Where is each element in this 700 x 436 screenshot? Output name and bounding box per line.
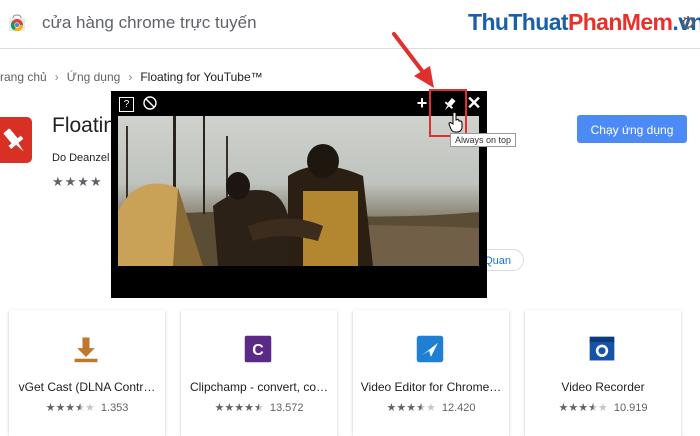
card-rating: ★★★★★ 13.572 [181,401,337,414]
download-icon [69,332,103,366]
rating-count: 10.919 [613,402,648,414]
related-card[interactable]: vGet Cast (DLNA Contr… ★★★★★ 1.353 [9,310,165,436]
watermark-logo: ThuThuatPhanMem.vn [468,9,700,36]
breadcrumb-home[interactable]: rang chủ [0,70,47,84]
video-frame[interactable] [118,116,479,266]
breadcrumb: rang chủ › Ứng dụng › Floating for YouTube™ [0,70,263,84]
watermark-part3: PhanMem [567,9,673,35]
related-card[interactable]: Video Recorder ★★★★★ 10.919 [525,310,681,436]
breadcrumb-separator-icon: › [54,70,59,84]
app-rating-stars: ★★★★ [52,174,103,189]
always-on-top-tooltip: Always on top [450,133,517,147]
help-icon[interactable]: ? [119,97,134,112]
related-card[interactable]: Video Editor for Chrome… ★★★★★ 12.420 [353,310,509,436]
related-card[interactable]: C Clipchamp - convert, co… ★★★★★ 13.572 [181,310,337,436]
video-editor-icon [413,332,447,366]
card-title: vGet Cast (DLNA Contr… [18,380,156,394]
rating-count: 1.353 [100,402,129,414]
store-header: cửa hàng chrome trực tuyến ThuThuatPhanM… [0,0,700,49]
card-rating: ★★★★★ 12.420 [353,401,509,414]
settings-gear-icon[interactable]: ⚙ [680,13,696,34]
card-title: Video Editor for Chrome… [360,380,502,394]
watermark-part1: Thu [468,9,509,35]
pointer-arrow-icon [392,32,434,88]
close-icon[interactable]: ✕ [466,93,481,113]
rating-stars: ★★★★★ [558,402,608,414]
breadcrumb-apps[interactable]: Ứng dụng [67,70,121,84]
watermark-part2: Thuat [508,9,568,35]
store-title[interactable]: cửa hàng chrome trực tuyến [42,13,257,33]
rating-count: 12.420 [441,402,476,414]
no-ads-icon[interactable] [143,96,157,110]
clipchamp-icon: C [241,332,275,366]
rating-stars: ★★★★★ [45,402,95,414]
card-rating: ★★★★★ 1.353 [9,401,165,414]
chrome-store-logo-icon[interactable] [7,14,27,34]
app-pin-icon [0,117,32,163]
hand-cursor-icon [448,111,463,133]
card-title: Clipchamp - convert, co… [189,380,329,394]
breadcrumb-current: Floating for YouTube™ [140,70,263,84]
move-icon[interactable]: + [414,93,430,113]
card-rating: ★★★★★ 10.919 [525,401,681,414]
launch-app-button[interactable]: Chạy ứng dụng [577,115,687,143]
svg-text:C: C [252,342,264,359]
video-recorder-icon [585,332,619,366]
breadcrumb-separator-icon: › [128,70,133,84]
card-title: Video Recorder [561,380,645,394]
rating-count: 13.572 [269,402,304,414]
rating-stars: ★★★★★ [214,402,264,414]
app-title: Floatin [52,114,116,137]
app-developer[interactable]: Do Deanzel [52,152,109,164]
rating-stars: ★★★★★ [386,402,436,414]
